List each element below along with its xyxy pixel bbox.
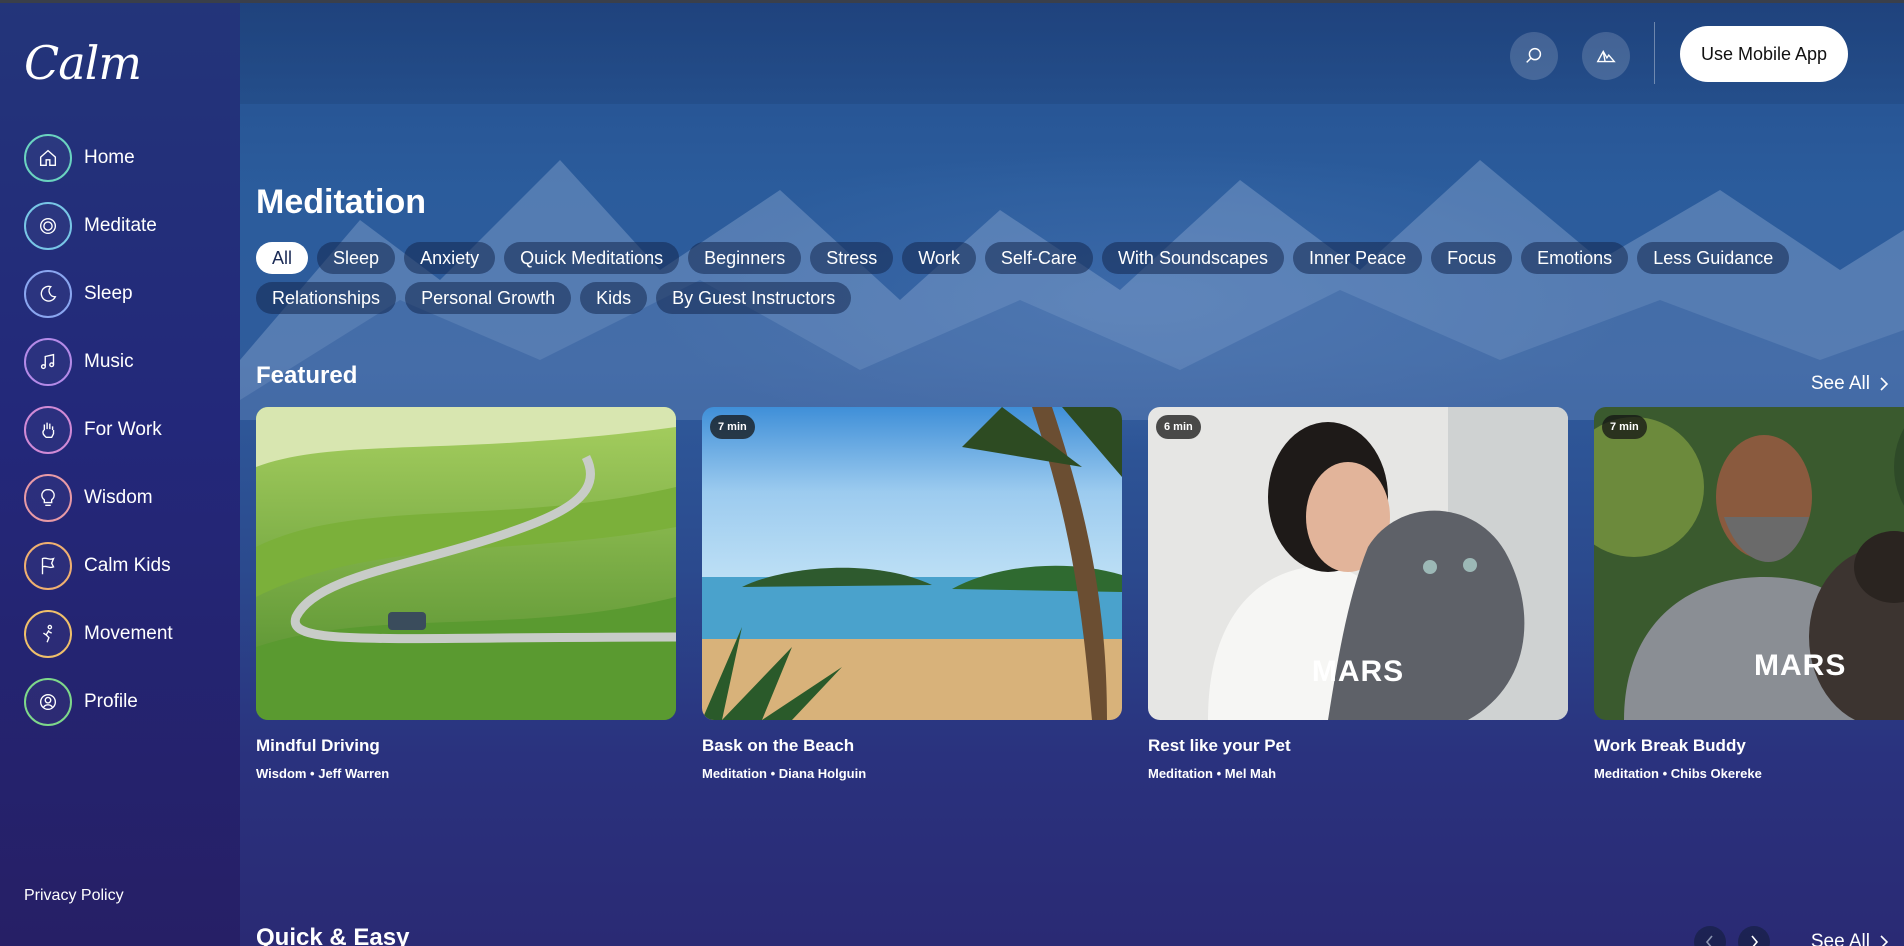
sidebar-item-label: Calm Kids: [84, 555, 171, 576]
sidebar-item-wisdom[interactable]: Wisdom: [24, 464, 224, 532]
chip-relationships[interactable]: Relationships: [256, 282, 397, 314]
chip-less-guidance[interactable]: Less Guidance: [1637, 242, 1790, 274]
search-icon: [1526, 47, 1542, 63]
featured-card[interactable]: Mindful Driving Wisdom • Jeff Warren: [256, 407, 676, 781]
card-title: Bask on the Beach: [702, 736, 855, 755]
sidebar-item-movement[interactable]: Movement: [24, 600, 224, 668]
card-image: 6 min MARS: [1148, 407, 1568, 720]
carousel-prev-button[interactable]: [1694, 926, 1726, 946]
duration-badge: 6 min: [1156, 415, 1201, 439]
chevron-left-icon: [1705, 935, 1713, 946]
chip-with-soundscapes[interactable]: With Soundscapes: [1101, 242, 1285, 274]
sidebar-item-label: For Work: [84, 419, 162, 440]
sidebar-item-calm-kids[interactable]: Calm Kids: [24, 532, 224, 600]
card-title: Rest like your Pet: [1148, 736, 1291, 755]
moon-icon: [24, 270, 72, 318]
sidebar-item-label: Meditate: [84, 215, 157, 236]
sidebar-item-label: Profile: [84, 691, 138, 712]
profile-icon: [24, 678, 72, 726]
privacy-policy-link[interactable]: Privacy Policy: [24, 887, 124, 905]
chip-sleep[interactable]: Sleep: [317, 242, 396, 274]
featured-carousel: Mindful Driving Wisdom • Jeff Warren 7 m…: [256, 407, 1904, 787]
sidebar-item-music[interactable]: Music: [24, 328, 224, 396]
chip-emotions[interactable]: Emotions: [1521, 242, 1629, 274]
use-mobile-app-button[interactable]: Use Mobile App: [1680, 26, 1848, 82]
chip-kids[interactable]: Kids: [580, 282, 648, 314]
calm-logo[interactable]: Calm: [24, 38, 142, 88]
featured-card[interactable]: 7 min Bask on the Beach Meditation • Dia…: [702, 407, 1122, 781]
card-subtitle: Meditation • Mel Mah: [1148, 766, 1277, 781]
flag-icon: [24, 542, 72, 590]
duration-badge: 7 min: [1602, 415, 1647, 439]
chevron-right-icon: [1880, 377, 1889, 391]
sidebar-item-home[interactable]: Home: [24, 124, 224, 192]
window-top-border: [0, 0, 1904, 3]
category-filters: All Sleep Anxiety Quick Meditations Begi…: [256, 242, 1896, 322]
sidebar-item-profile[interactable]: Profile: [24, 668, 224, 736]
mars-brand-logo: MARS: [1311, 655, 1405, 688]
chip-personal-growth[interactable]: Personal Growth: [405, 282, 572, 314]
sidebar: Calm Home Meditate Sleep Music For Work …: [0, 0, 240, 946]
sidebar-item-label: Sleep: [84, 283, 133, 304]
featured-card[interactable]: 6 min MARS Rest like your Pet Meditation…: [1148, 407, 1568, 781]
quick-see-all-link[interactable]: See All: [1811, 931, 1890, 946]
chip-focus[interactable]: Focus: [1431, 242, 1513, 274]
chip-row-2: Relationships Personal Growth Kids By Gu…: [256, 282, 1896, 314]
chip-anxiety[interactable]: Anxiety: [404, 242, 496, 274]
chevron-right-icon: [1880, 935, 1889, 946]
lightbulb-icon: [24, 474, 72, 522]
chip-all[interactable]: All: [256, 242, 309, 274]
meditate-icon: [24, 202, 72, 250]
sidebar-item-label: Movement: [84, 623, 173, 644]
duration-badge: 7 min: [710, 415, 755, 439]
main-content: Use Mobile App Meditation All Sleep Anxi…: [240, 0, 1904, 946]
card-subtitle: Meditation • Diana Holguin: [702, 766, 867, 781]
chip-row-1: All Sleep Anxiety Quick Meditations Begi…: [256, 242, 1896, 274]
hand-icon: [24, 406, 72, 454]
quick-easy-section-title: Quick & Easy: [256, 924, 410, 946]
sidebar-item-label: Music: [84, 351, 134, 372]
featured-card[interactable]: 7 min MARS Work Break Buddy Meditation •…: [1594, 407, 1904, 781]
chip-self-care[interactable]: Self-Care: [984, 242, 1093, 274]
card-subtitle: Wisdom • Jeff Warren: [256, 766, 390, 781]
chip-stress[interactable]: Stress: [810, 242, 894, 274]
card-title: Mindful Driving: [256, 736, 380, 755]
chip-inner-peace[interactable]: Inner Peace: [1293, 242, 1423, 274]
card-subtitle: Meditation • Chibs Okereke: [1594, 766, 1762, 781]
carousel-next-button[interactable]: [1738, 926, 1770, 946]
music-note-icon: [24, 338, 72, 386]
sidebar-item-label: Wisdom: [84, 487, 153, 508]
card-image: [256, 407, 676, 720]
search-button[interactable]: [1510, 32, 1558, 80]
scenes-button[interactable]: [1582, 32, 1630, 80]
chip-work[interactable]: Work: [902, 242, 976, 274]
featured-see-all-link[interactable]: See All: [1811, 373, 1890, 395]
page-title: Meditation: [256, 183, 426, 221]
header-divider: [1654, 22, 1655, 84]
sidebar-item-meditate[interactable]: Meditate: [24, 192, 224, 260]
featured-section-title: Featured: [256, 362, 358, 389]
chevron-right-icon: [1751, 935, 1759, 946]
sidebar-item-sleep[interactable]: Sleep: [24, 260, 224, 328]
chip-beginners[interactable]: Beginners: [688, 242, 802, 274]
mountain-icon: [1596, 50, 1616, 63]
home-icon: [24, 134, 72, 182]
card-image: 7 min: [702, 407, 1122, 720]
mars-brand-logo: MARS: [1754, 649, 1847, 682]
see-all-label: See All: [1810, 931, 1870, 946]
chip-by-guest-instructors[interactable]: By Guest Instructors: [656, 282, 852, 314]
sidebar-item-for-work[interactable]: For Work: [24, 396, 224, 464]
sidebar-nav: Home Meditate Sleep Music For Work Wisdo…: [24, 124, 224, 736]
card-title: Work Break Buddy: [1594, 736, 1746, 755]
chip-quick-meditations[interactable]: Quick Meditations: [504, 242, 680, 274]
card-image: 7 min MARS: [1594, 407, 1904, 720]
sidebar-item-label: Home: [84, 147, 135, 168]
movement-icon: [24, 610, 72, 658]
see-all-label: See All: [1810, 373, 1870, 394]
